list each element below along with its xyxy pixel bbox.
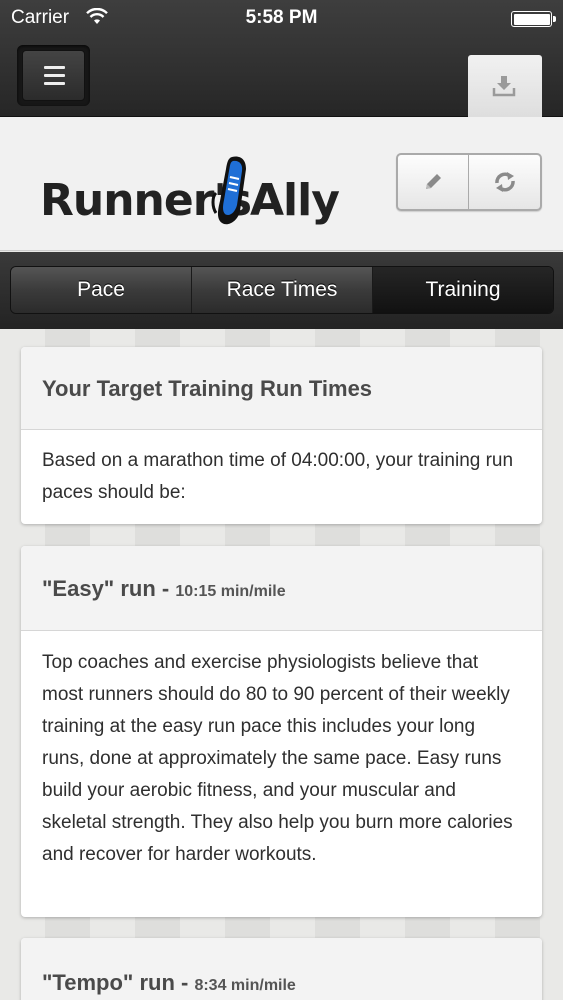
shoe-logo-icon — [211, 156, 246, 225]
tab-bar: Pace Race Times Training — [0, 252, 563, 329]
app-logo: Runner's Ally — [40, 155, 340, 235]
refresh-button[interactable] — [469, 155, 540, 209]
content-area[interactable]: Your Target Training Run Times Based on … — [0, 329, 563, 1000]
menu-button[interactable] — [17, 45, 90, 106]
card-title-text: "Tempo" run - — [42, 970, 195, 995]
card-title: "Tempo" run - 8:34 min/mile — [21, 938, 542, 1000]
card-title-text: "Easy" run - — [42, 576, 176, 601]
hamburger-icon — [22, 50, 85, 101]
refresh-icon — [495, 172, 515, 192]
card-title: Your Target Training Run Times — [21, 347, 542, 430]
top-bar: Carrier 5:58 PM — [0, 0, 563, 117]
app-header: Runner's Ally — [0, 117, 563, 251]
download-icon — [492, 76, 516, 97]
pace-value: 8:34 min/mile — [194, 977, 296, 994]
intro-card: Your Target Training Run Times Based on … — [21, 347, 542, 524]
tab-pace[interactable]: Pace — [11, 267, 192, 313]
logo-text-right: Ally — [250, 175, 340, 226]
segmented-tabs: Pace Race Times Training — [10, 266, 554, 314]
tab-race-times[interactable]: Race Times — [192, 267, 373, 313]
tool-button-group — [396, 153, 542, 211]
pencil-icon — [426, 174, 441, 189]
edit-button[interactable] — [398, 155, 469, 209]
card-title: "Easy" run - 10:15 min/mile — [21, 546, 542, 631]
status-bar: Carrier 5:58 PM — [0, 0, 563, 37]
tempo-run-card: "Tempo" run - 8:34 min/mile — [21, 938, 542, 1000]
battery-icon — [511, 11, 556, 27]
status-time: 5:58 PM — [245, 7, 318, 28]
download-button[interactable] — [468, 55, 542, 117]
pace-value: 10:15 min/mile — [175, 583, 286, 600]
tab-training[interactable]: Training — [373, 267, 553, 313]
easy-run-card: "Easy" run - 10:15 min/mile Top coaches … — [21, 546, 542, 917]
card-body: Top coaches and exercise physiologists b… — [42, 652, 513, 865]
card-body: Based on a marathon time of 04:00:00, yo… — [42, 450, 514, 503]
card-title-text: Your Target Training Run Times — [42, 376, 373, 401]
